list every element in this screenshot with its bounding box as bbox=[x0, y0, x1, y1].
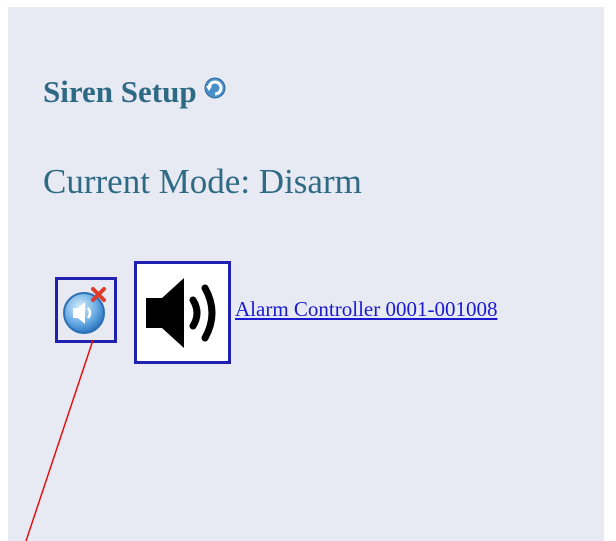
current-mode-text: Current Mode: Disarm bbox=[43, 162, 362, 201]
speaker-loud-icon bbox=[145, 277, 215, 348]
mute-siren-button[interactable] bbox=[55, 277, 117, 343]
page: Siren Setup Current Mode: Disarm Alarm C… bbox=[0, 0, 616, 541]
page-title: Siren Setup bbox=[43, 74, 197, 109]
refresh-icon-graphic bbox=[204, 77, 226, 99]
alarm-controller-link[interactable]: Alarm Controller 0001-001008 bbox=[235, 297, 497, 322]
siren-speaker-button[interactable] bbox=[134, 261, 231, 364]
title-row: Siren Setup bbox=[43, 74, 227, 110]
speaker-mute-icon bbox=[63, 287, 106, 334]
refresh-icon[interactable] bbox=[203, 76, 227, 100]
